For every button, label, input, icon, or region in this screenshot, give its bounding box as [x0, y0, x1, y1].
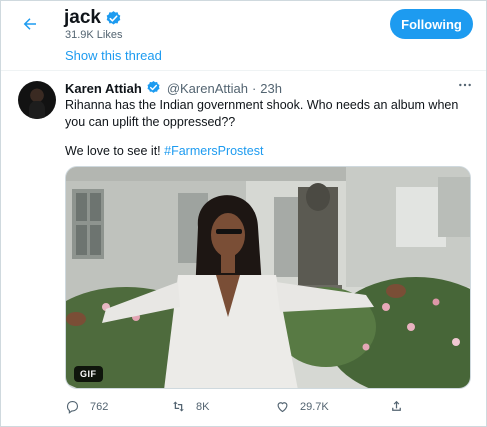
gif-badge: GIF [74, 366, 103, 382]
gif-frame-image [66, 167, 470, 388]
verified-badge-icon [146, 80, 163, 97]
tweet-text-prefix: We love to see it! [65, 144, 165, 158]
avatar[interactable] [18, 81, 56, 119]
back-arrow-icon[interactable] [16, 10, 44, 38]
retweet-icon [173, 401, 184, 412]
tweet-header: Karen Attiah @KarenAttiah · 23h [65, 80, 282, 97]
tweet-text-second-line: We love to see it! #FarmersProstest [65, 144, 263, 158]
verified-badge-icon [105, 10, 122, 27]
separator: · [251, 81, 257, 96]
profile-header: jack 31.9K Likes Following Show this thr… [1, 1, 486, 69]
like-count: 29.7K [300, 400, 329, 413]
like-icon [277, 402, 288, 413]
tweet-page: jack 31.9K Likes Following Show this thr… [0, 0, 487, 427]
retweet-button[interactable]: 8K [171, 399, 209, 414]
like-button[interactable]: 29.7K [275, 399, 329, 414]
following-button[interactable]: Following [390, 9, 473, 39]
hashtag-link[interactable]: #FarmersProstest [164, 144, 263, 158]
tweet-actions: 762 8K 29.7K [65, 399, 485, 417]
profile-likes-count: 31.9K Likes [65, 29, 123, 41]
author-handle[interactable]: @KarenAttiah [167, 81, 248, 96]
share-icon [392, 400, 401, 411]
reply-count: 762 [90, 400, 109, 413]
retweet-count: 8K [196, 400, 210, 413]
reply-button[interactable]: 762 [65, 399, 108, 414]
profile-name: jack [64, 7, 101, 28]
tweet-media-gif[interactable]: GIF [65, 166, 471, 389]
show-thread-link[interactable]: Show this thread [65, 48, 162, 63]
share-button[interactable] [389, 399, 404, 414]
divider [1, 70, 486, 71]
tweet-time[interactable]: 23h [260, 81, 282, 96]
tweet-text: Rihanna has the Indian government shook.… [65, 98, 459, 129]
more-icon[interactable] [456, 77, 474, 95]
profile-name-row: jack [64, 7, 122, 29]
reply-icon [66, 400, 79, 414]
author-name[interactable]: Karen Attiah [65, 81, 142, 96]
